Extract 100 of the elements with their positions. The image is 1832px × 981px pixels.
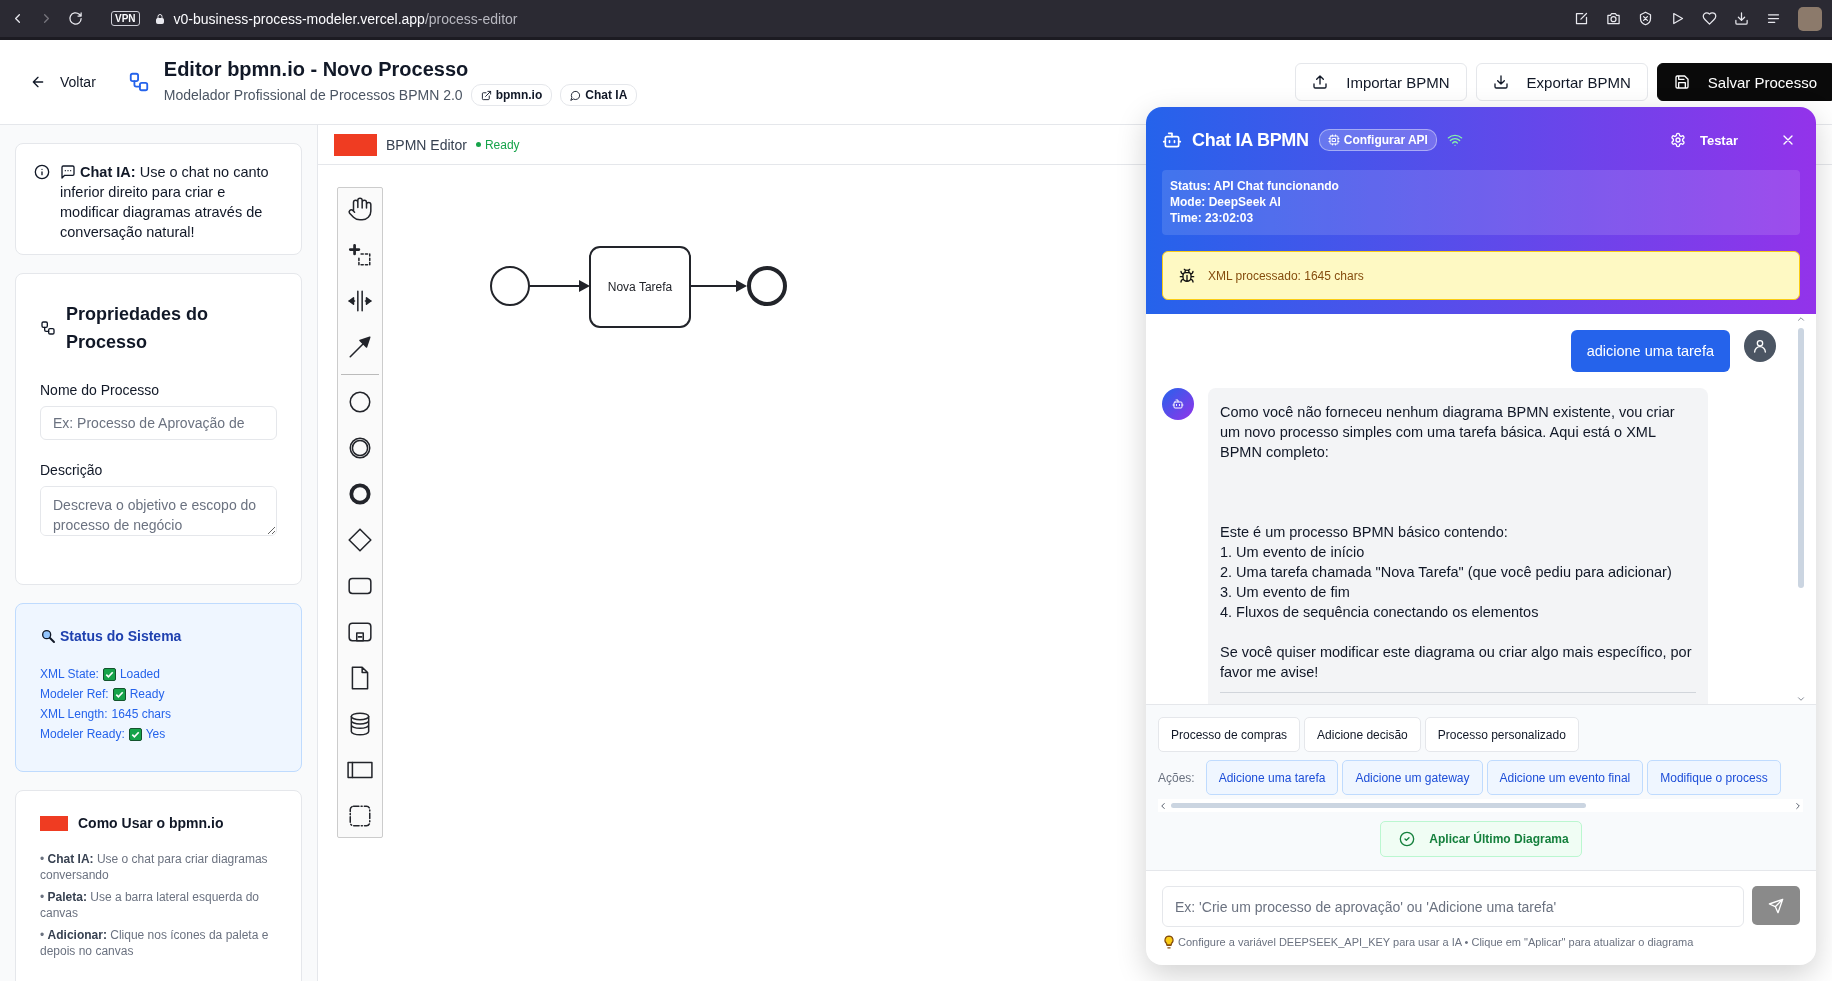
message-field[interactable]: Ex: 'Crie um processo de aprovação' ou 'Adicione uma tarefa' [1162, 886, 1744, 927]
apply-button[interactable]: Aplicar Último Diagrama [1380, 821, 1582, 857]
page-title: Editor bpmn.io - Novo Processo [163, 58, 470, 81]
chat-bubble-icon [570, 89, 582, 101]
crosshair-icon[interactable] [347, 242, 373, 268]
workflow-icon [127, 71, 150, 93]
robot-icon [1162, 130, 1182, 150]
description-field[interactable]: Descreva o objetivo e escopo do processo de negócio [40, 486, 277, 536]
scrollbar[interactable] [1796, 314, 1806, 704]
double-circle-icon[interactable] [347, 435, 373, 461]
status-value: Yes [145, 726, 166, 743]
diamond-icon[interactable] [347, 527, 373, 553]
start-event[interactable] [490, 266, 530, 306]
status-title: Status do Sistema [60, 628, 182, 644]
reload-icon[interactable] [68, 11, 83, 26]
checkmark-icon [112, 687, 126, 701]
dashed-square-icon[interactable] [347, 803, 373, 829]
status-value: Loaded [119, 666, 160, 683]
sequence-flow[interactable] [690, 280, 747, 292]
suggestion-button[interactable]: Processo personalizado [1424, 717, 1579, 752]
status-label: XML State: [40, 666, 99, 683]
chevron-up-icon [1796, 314, 1806, 324]
logo-block [40, 815, 68, 831]
field-label: Descrição [40, 462, 104, 478]
robot-icon [1172, 398, 1184, 410]
test-button[interactable]: Testar [1695, 128, 1742, 152]
suggestion-button[interactable]: Adicione decisão [1304, 717, 1421, 752]
action-button[interactable]: Modifique o process [1647, 760, 1781, 795]
magnifier-icon [40, 628, 56, 644]
camera-icon[interactable] [1606, 11, 1621, 26]
vpn-badge[interactable]: VPN [111, 11, 140, 26]
task-label: Nova Tarefa [607, 280, 673, 294]
section-title: Propriedades do Processo [66, 303, 210, 354]
workflow-icon [40, 320, 56, 336]
lock-icon [153, 12, 166, 25]
hint-text: Configure a variável DEEPSEEK_API_KEY para usar a IA • Clique em "Aplicar" para atualizar o diagrama [1178, 936, 1694, 948]
field-label: Nome do Processo [40, 382, 161, 398]
address-bar[interactable]: v0-business-process-modeler.vercel.app/process-editor [173, 10, 518, 27]
hand-icon[interactable] [347, 196, 373, 222]
user-icon [1752, 338, 1768, 354]
circle-icon[interactable] [347, 389, 373, 415]
name-field[interactable]: Ex: Processo de Aprovação de [40, 406, 277, 440]
action-button[interactable]: Adicione um gateway [1342, 760, 1483, 795]
checkmark-icon [128, 727, 142, 741]
scrollbar[interactable] [1158, 799, 1803, 812]
suggestion-button[interactable]: Processo de compras [1158, 717, 1301, 752]
sequence-flow[interactable] [528, 280, 590, 292]
task-box[interactable] [589, 246, 691, 328]
menu-icon[interactable] [1766, 11, 1781, 26]
action-button[interactable]: Adicione um evento final [1486, 760, 1644, 795]
actions-label: Ações: [1158, 770, 1195, 785]
bold-circle-icon[interactable] [347, 481, 373, 507]
status-label: XML Length: [40, 706, 108, 723]
download-icon[interactable] [1734, 11, 1749, 26]
settings-icon[interactable] [1669, 132, 1686, 148]
message-text: Como você não forneceu nenhum diagrama BPMN existente, vou criar um novo processo simples com uma tarefa básica. Aqui está o XML BPMN completo: Este é um processo BPMN básico contendo: 1. Um evento de início 2. Uma tarefa chamada "Nova Tarefa" (que você pediu para adicionar) 3. Um evento de fim 4. Fluxos de sequência conectando os elementos Se você quiser modificar este diagrama ou criar algo mais específico, por favor me avise! [1220, 403, 1693, 682]
header-button[interactable]: Salvar Processo [1656, 63, 1832, 101]
split-arrows-icon[interactable] [347, 288, 373, 314]
chevron-down-icon [1796, 694, 1806, 704]
heart-icon[interactable] [1702, 11, 1717, 26]
save-icon [1673, 74, 1690, 90]
editor-title: BPMN Editor [386, 136, 467, 153]
chat-bubble-icon [60, 164, 76, 180]
chat-title: Chat IA BPMN [1192, 129, 1309, 151]
page-subtitle: Modelador Profissional de Processos BPMN 2.0 [163, 87, 463, 103]
download-icon [1492, 74, 1509, 90]
back-button[interactable]: Voltar [26, 68, 100, 96]
arrow-icon[interactable] [347, 334, 373, 360]
status-value: 1645 chars [111, 706, 171, 723]
upload-icon [1312, 74, 1329, 90]
bug-icon [1179, 267, 1195, 284]
chevron-right-icon [1793, 800, 1803, 811]
status-line: Time: 23:02:03 [1170, 210, 1255, 226]
status-label: Modeler Ready: [40, 726, 125, 743]
shield-icon[interactable] [1638, 11, 1653, 26]
checkmark-icon [102, 667, 116, 681]
arrow-left-icon [30, 74, 46, 90]
profile-avatar[interactable] [1798, 6, 1822, 31]
chevron-left-icon [1158, 800, 1168, 811]
edit-icon[interactable] [1574, 11, 1589, 26]
user-message: adicione uma tarefa [1570, 330, 1730, 372]
header-button[interactable]: Exportar BPMN [1475, 63, 1648, 101]
chip[interactable]: Chat IA [560, 84, 638, 106]
status-line: Status: API Chat funcionando [1170, 178, 1340, 194]
external-link-icon [480, 89, 492, 101]
status-text: Ready [484, 137, 520, 152]
header-button[interactable]: Importar BPMN [1295, 63, 1467, 101]
chip[interactable]: bpmn.io [470, 84, 553, 106]
status-label: Modeler Ref: [40, 686, 109, 703]
action-button[interactable]: Adicione uma tarefa [1205, 760, 1339, 795]
end-event[interactable] [747, 266, 787, 306]
guide-item: • Paleta: Use a barra lateral esquerda do canvas [40, 889, 260, 921]
play-icon[interactable] [1670, 11, 1685, 26]
configure-api-button[interactable]: Configurar API [1318, 129, 1437, 151]
status-value: Ready [129, 686, 165, 703]
status-line: Mode: DeepSeek AI [1170, 194, 1282, 210]
check-circle-icon [1399, 831, 1416, 847]
logo-block [334, 133, 377, 156]
guide-item: • Adicionar: Clique nos ícones da paleta e depois no canvas [40, 927, 270, 959]
info-icon [34, 164, 50, 180]
